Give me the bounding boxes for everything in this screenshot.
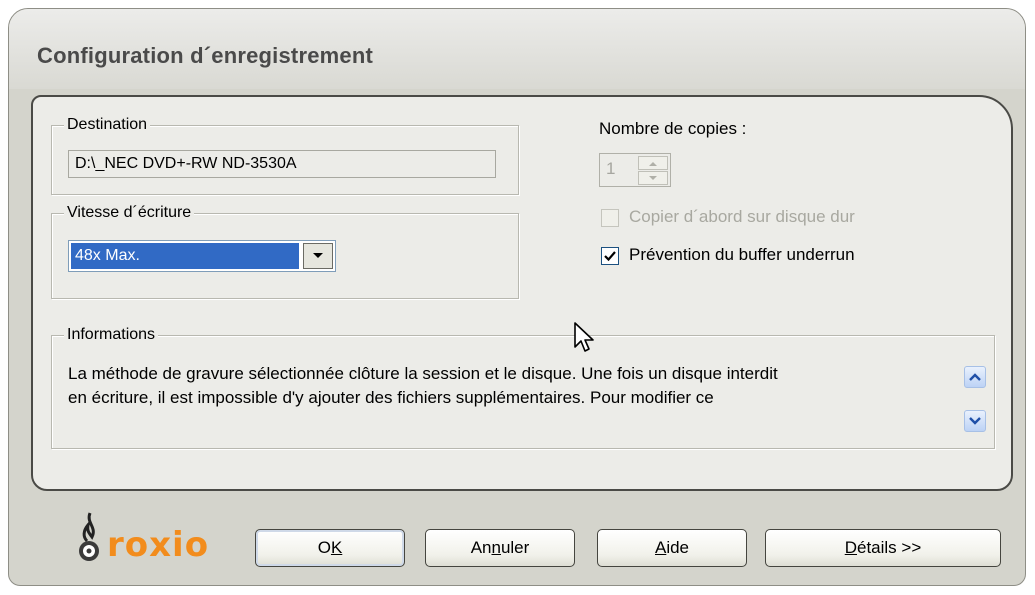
button-label: O bbox=[317, 538, 331, 557]
dropdown-button[interactable] bbox=[303, 243, 333, 269]
spin-up-button[interactable] bbox=[638, 156, 668, 170]
button-label: An bbox=[470, 538, 492, 557]
access-key: K bbox=[330, 538, 343, 557]
information-text: La méthode de gravure sélectionnée clôtu… bbox=[68, 362, 948, 410]
information-group: Informations La méthode de gravure sélec… bbox=[51, 325, 995, 449]
ok-button[interactable]: OK bbox=[255, 529, 405, 567]
destination-legend: Destination bbox=[64, 115, 151, 135]
chevron-up-icon bbox=[969, 373, 981, 381]
write-speed-group: Vitesse d´écriture 48x Max. bbox=[51, 203, 519, 299]
button-label: étails >> bbox=[857, 538, 922, 557]
access-key: D bbox=[844, 538, 857, 557]
dialog-title: Configuration d´enregistrement bbox=[37, 43, 374, 68]
destination-group: Destination D:\_NEC DVD+-RW ND-3530A bbox=[51, 115, 519, 195]
copies-value: 1 bbox=[606, 159, 616, 178]
scroll-down-button[interactable] bbox=[964, 410, 986, 432]
chevron-down-icon bbox=[313, 253, 323, 258]
scroll-up-button[interactable] bbox=[964, 366, 986, 388]
logo-text: roxio bbox=[107, 525, 210, 565]
buffer-underrun-checkbox[interactable] bbox=[601, 247, 619, 265]
button-label: uler bbox=[500, 538, 530, 557]
write-speed-select[interactable]: 48x Max. bbox=[68, 240, 336, 272]
information-line: en écriture, il est impossible d'y ajout… bbox=[68, 388, 714, 407]
arrow-up-icon bbox=[649, 161, 657, 166]
details-button[interactable]: Détails >> bbox=[765, 529, 1001, 567]
chevron-down-icon bbox=[969, 417, 981, 425]
information-legend: Informations bbox=[64, 325, 159, 345]
spin-down-button[interactable] bbox=[638, 171, 668, 185]
recording-settings-dialog: Configuration d´enregistrement Destinati… bbox=[8, 8, 1026, 586]
access-key: A bbox=[654, 538, 667, 557]
access-key: n bbox=[491, 538, 501, 557]
settings-panel: Destination D:\_NEC DVD+-RW ND-3530A Vit… bbox=[31, 95, 1013, 491]
copies-label: Nombre de copies : bbox=[599, 119, 747, 138]
buffer-underrun-label: Prévention du buffer underrun bbox=[629, 245, 855, 264]
write-speed-selected-value: 48x Max. bbox=[71, 243, 299, 269]
copy-to-disk-label: Copier d´abord sur disque dur bbox=[629, 207, 855, 226]
information-line: La méthode de gravure sélectionnée clôtu… bbox=[68, 364, 778, 383]
write-speed-legend: Vitesse d´écriture bbox=[64, 203, 195, 223]
check-icon bbox=[604, 251, 616, 262]
arrow-down-icon bbox=[649, 175, 657, 180]
flame-logo-icon bbox=[79, 512, 99, 561]
mouse-cursor-icon bbox=[574, 322, 594, 352]
help-button[interactable]: Aide bbox=[597, 529, 747, 567]
destination-field: D:\_NEC DVD+-RW ND-3530A bbox=[68, 150, 496, 178]
button-label: ide bbox=[666, 538, 690, 557]
copy-to-disk-checkbox[interactable] bbox=[601, 209, 619, 227]
roxio-logo: roxio bbox=[75, 509, 225, 569]
copies-spinner[interactable]: 1 bbox=[599, 153, 671, 187]
cancel-button[interactable]: An n uler bbox=[425, 529, 575, 567]
title-bar[interactable]: Configuration d´enregistrement bbox=[9, 9, 1025, 89]
